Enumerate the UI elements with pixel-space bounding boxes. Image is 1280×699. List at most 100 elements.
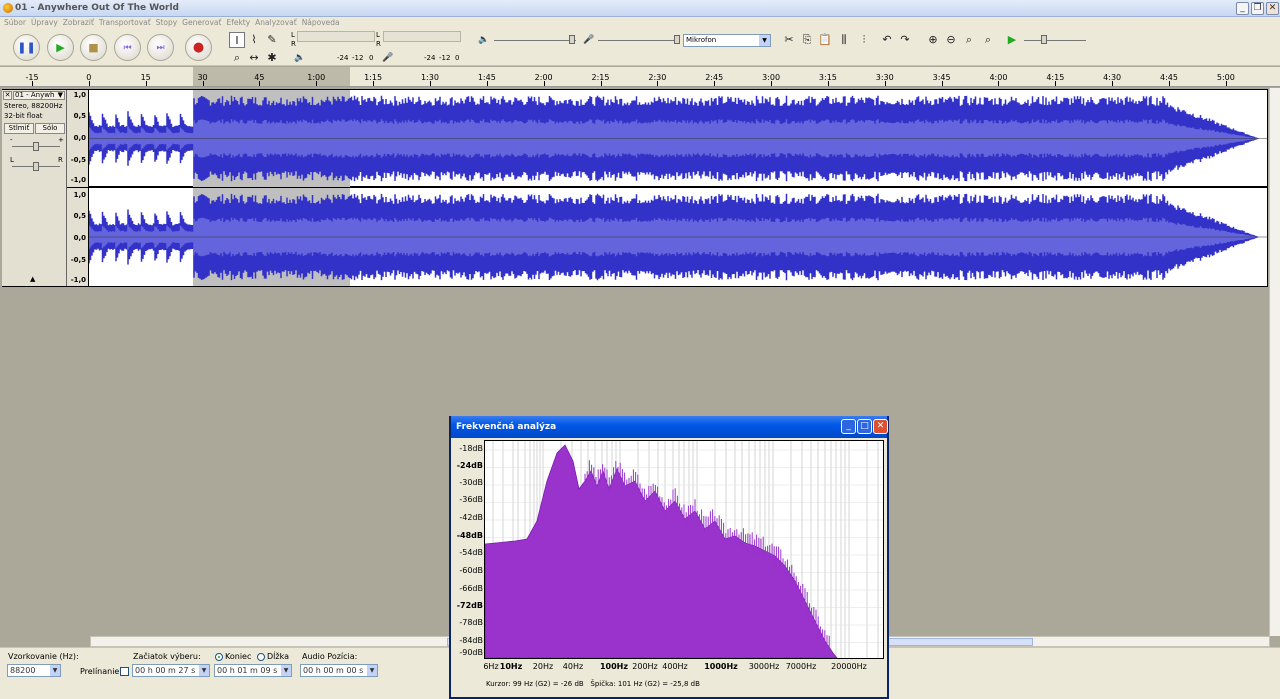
menu-generate[interactable]: Generovať (182, 17, 221, 29)
stop-button[interactable]: ■ (80, 34, 107, 61)
output-volume-icon: 🔈 (478, 35, 490, 45)
track-name: 01 - Anywh (15, 91, 55, 99)
spectrum-y-label: -36dB (459, 495, 483, 504)
maximize-button[interactable]: ❐ (1251, 2, 1264, 15)
waveform-right[interactable] (89, 188, 1267, 286)
spectrum-y-label: -54dB (459, 548, 483, 557)
spectrum-x-label: 20Hz (532, 662, 554, 671)
output-volume-knob[interactable] (569, 35, 575, 44)
zoom-in-icon[interactable]: ⊕ (925, 32, 941, 48)
play-speed-knob[interactable] (1041, 35, 1047, 44)
gain-knob[interactable] (33, 142, 39, 151)
toolbar: ❚❚ ▶ ■ ⏮ ⏭ ● I ⌇ ✎ ⌕ ↔ ✱ L R L R 🔈 -24 -… (0, 29, 1280, 66)
track-name-menu[interactable]: 01 - Anywh ▼ (13, 91, 65, 100)
undo-icon[interactable]: ↶ (879, 32, 895, 48)
menu-file[interactable]: Súbor (4, 17, 26, 29)
spectrum-x-label: 20000Hz (831, 662, 867, 671)
input-volume-knob[interactable] (674, 35, 680, 44)
envelope-tool[interactable]: ⌇ (246, 32, 262, 48)
zoom-tool[interactable]: ⌕ (229, 50, 245, 66)
menu-tracks[interactable]: Stopy (156, 17, 178, 29)
spectrum-x-label: 7000Hz (785, 662, 817, 671)
sample-rate-select[interactable]: 88200 ▼ (7, 664, 61, 677)
selection-start-field[interactable]: 00 h 00 m 27 s ▼ (132, 664, 210, 677)
fit-selection-icon[interactable]: ⌕ (961, 32, 977, 48)
pan-right-label: R (58, 156, 63, 164)
collapse-track-icon[interactable]: ▲ (30, 275, 35, 283)
menu-view[interactable]: Zobraziť (63, 17, 94, 29)
silence-icon[interactable]: ⫶ (856, 32, 872, 48)
pause-button[interactable]: ❚❚ (13, 34, 40, 61)
solo-button[interactable]: Sólo (35, 123, 65, 134)
play-speed-slider[interactable] (1024, 40, 1086, 41)
ruler-tick-mark (316, 81, 318, 86)
minimize-button[interactable]: _ (1236, 2, 1249, 15)
ruler-tick-mark (429, 81, 431, 86)
output-volume-slider[interactable] (494, 40, 576, 41)
skip-start-button[interactable]: ⏮ (114, 34, 141, 61)
ruler-tick-mark (1112, 81, 1114, 86)
menu-help[interactable]: Nápoveda (302, 17, 340, 29)
menu-effects[interactable]: Efekty (226, 17, 250, 29)
menu-transport[interactable]: Transportovať (99, 17, 151, 29)
play-button[interactable]: ▶ (47, 34, 74, 61)
chevron-down-icon: ▼ (281, 665, 291, 676)
selection-end-field[interactable]: 00 h 01 m 09 s ▼ (214, 664, 292, 677)
selection-tool[interactable]: I (229, 32, 245, 48)
scale-label: 0,0 (73, 234, 86, 242)
input-volume-slider[interactable] (598, 40, 678, 41)
ruler-tick-mark (1055, 81, 1057, 86)
rec-meter-db-minus24: -24 (424, 54, 436, 62)
record-meter[interactable] (383, 31, 461, 42)
pan-knob[interactable] (33, 162, 39, 171)
ruler-tick-mark (88, 81, 90, 86)
track-close-button[interactable]: ✕ (3, 91, 12, 100)
overlap-checkbox[interactable] (120, 667, 129, 676)
playback-meter[interactable] (297, 31, 375, 42)
spectrum-y-label: -60dB (459, 566, 483, 575)
timeshift-tool[interactable]: ↔ (246, 50, 262, 66)
waveform-left[interactable] (89, 90, 1267, 187)
dialog-minimize-button[interactable]: _ (841, 419, 856, 434)
ruler-tick-mark (771, 81, 773, 86)
audio-position-field[interactable]: 00 h 00 m 00 s ▼ (300, 664, 378, 677)
dialog-title: Frekvenčná analýza (451, 416, 887, 438)
menu-analyze[interactable]: Analyzovať (255, 17, 297, 29)
mute-button[interactable]: Stlmiť (4, 123, 34, 134)
zoom-out-icon[interactable]: ⊖ (943, 32, 959, 48)
ruler-tick-mark (145, 81, 147, 86)
overlap-label: Prelínanie (80, 667, 120, 676)
input-volume-icon: 🎤 (583, 35, 595, 45)
skip-end-button[interactable]: ⏭ (147, 34, 174, 61)
vertical-scrollbar[interactable] (1269, 88, 1280, 636)
amplitude-scale-right: 1,0 0,5 0,0 -0,5 -1,0 (67, 188, 89, 286)
input-source-select[interactable]: Mikrofon ▼ (683, 34, 771, 47)
window-title: 01 - Anywhere Out Of The World (15, 3, 179, 13)
end-radio[interactable] (215, 653, 223, 661)
record-button[interactable]: ● (185, 34, 212, 61)
multi-tool[interactable]: ✱ (264, 50, 280, 66)
chevron-down-icon: ▼ (199, 665, 209, 676)
menu-edit[interactable]: Úpravy (31, 17, 58, 29)
spectrum-y-label: -84dB (459, 636, 483, 645)
scale-label: 1,0 (73, 91, 86, 99)
redo-icon[interactable]: ↷ (897, 32, 913, 48)
fit-project-icon[interactable]: ⌕ (980, 32, 996, 48)
scale-label: -0,5 (70, 256, 86, 264)
ruler-tick-mark (827, 81, 829, 86)
length-radio[interactable] (257, 653, 265, 661)
copy-icon[interactable]: ⎘ (799, 32, 815, 48)
close-button[interactable]: ✕ (1266, 2, 1279, 15)
microphone-icon[interactable]: 🎤 (380, 50, 396, 66)
cut-icon[interactable]: ✂ (781, 32, 797, 48)
draw-tool[interactable]: ✎ (264, 32, 280, 48)
spectrum-plot[interactable] (484, 440, 884, 659)
trim-icon[interactable]: ⫼ (836, 32, 852, 48)
dialog-close-button[interactable]: ✕ (873, 419, 888, 434)
dialog-maximize-button[interactable]: □ (857, 419, 872, 434)
play-at-speed-icon[interactable]: ▶ (1004, 32, 1020, 48)
paste-icon[interactable]: 📋 (817, 32, 833, 48)
speaker-icon[interactable]: 🔈 (292, 50, 308, 66)
ruler-tick-mark (373, 81, 375, 86)
timeline-ruler[interactable]: -15 0 15 30 45 1:00 1:15 1:30 1:45 2:00 2:15 2:30 2:… (0, 67, 1280, 87)
